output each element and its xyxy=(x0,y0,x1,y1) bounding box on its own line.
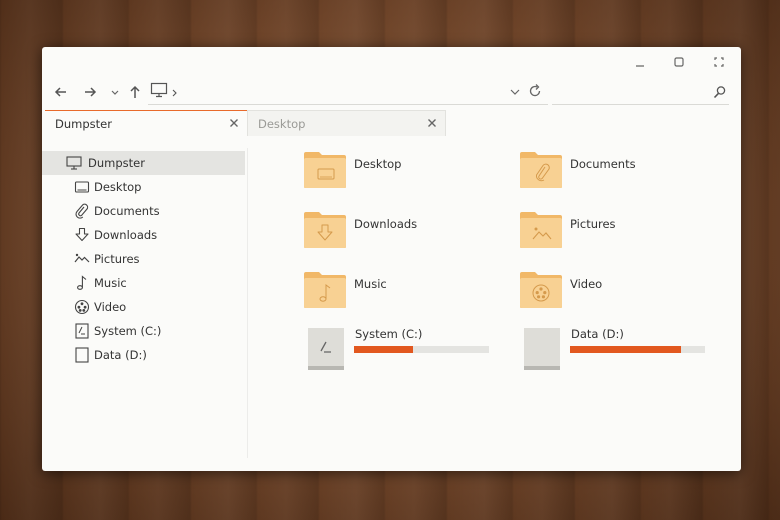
folder-label: Documents xyxy=(570,157,636,171)
sidebar-item-documents[interactable]: Documents xyxy=(42,199,245,223)
tab-dumpster[interactable]: Dumpster xyxy=(45,110,247,136)
sidebar-item-downloads[interactable]: Downloads xyxy=(42,223,245,247)
drive-label: System (C:) xyxy=(355,327,423,341)
close-tab-icon[interactable] xyxy=(425,116,439,130)
paperclip-icon xyxy=(74,203,90,219)
video-folder-icon xyxy=(519,271,563,309)
arrow-left-icon[interactable] xyxy=(51,82,71,102)
music-folder-icon xyxy=(303,271,347,309)
drive-usage-fill xyxy=(354,346,414,353)
pictures-icon xyxy=(74,251,90,267)
tab-label: Dumpster xyxy=(55,117,112,131)
sidebar: Dumpster Desktop Documents Downloads Pic… xyxy=(42,148,248,458)
system-drive-icon xyxy=(74,323,90,339)
system-drive-icon xyxy=(307,327,345,371)
downloads-folder-icon xyxy=(303,211,347,249)
sidebar-item-label: Downloads xyxy=(94,228,158,242)
folder-documents[interactable]: Documents xyxy=(519,151,719,195)
drive-label: Data (D:) xyxy=(571,327,624,341)
file-manager-window: Dumpster Desktop Dumpster Desktop Docume… xyxy=(42,47,741,471)
drive-icon xyxy=(74,347,90,363)
folder-label: Pictures xyxy=(570,217,616,231)
tab-label: Desktop xyxy=(258,117,306,131)
minimize-icon[interactable] xyxy=(633,55,647,69)
folder-label: Music xyxy=(354,277,387,291)
folder-downloads[interactable]: Downloads xyxy=(303,211,503,255)
pictures-folder-icon xyxy=(519,211,563,249)
tab-desktop[interactable]: Desktop xyxy=(247,110,446,136)
drive-system-c[interactable]: System (C:) xyxy=(307,327,507,371)
sidebar-item-pictures[interactable]: Pictures xyxy=(42,247,245,271)
reload-icon[interactable] xyxy=(527,83,543,99)
sidebar-item-label: Pictures xyxy=(94,252,140,266)
sidebar-item-label: Data (D:) xyxy=(94,348,147,362)
toolbar xyxy=(42,77,741,107)
sidebar-item-label: Video xyxy=(94,300,127,314)
sidebar-item-label: System (C:) xyxy=(94,324,162,338)
sidebar-item-desktop[interactable]: Desktop xyxy=(42,175,245,199)
drive-data-d[interactable]: Data (D:) xyxy=(523,327,723,371)
documents-folder-icon xyxy=(519,151,563,189)
folder-desktop[interactable]: Desktop xyxy=(303,151,503,195)
sidebar-item-label: Dumpster xyxy=(88,156,145,170)
desktop-icon xyxy=(74,179,90,195)
sidebar-item-label: Documents xyxy=(94,204,160,218)
music-note-icon xyxy=(74,275,90,291)
drive-usage-bar xyxy=(570,346,705,353)
sidebar-item-dumpster[interactable]: Dumpster xyxy=(42,151,245,175)
film-reel-icon xyxy=(74,299,90,315)
sidebar-item-label: Desktop xyxy=(94,180,142,194)
close-tab-icon[interactable] xyxy=(227,116,241,130)
chevron-down-icon[interactable] xyxy=(105,82,125,102)
arrow-right-icon[interactable] xyxy=(80,82,100,102)
search-icon[interactable] xyxy=(713,84,727,99)
folder-view: Desktop Documents Downloads Pictures Mus xyxy=(248,147,741,467)
arrow-up-icon[interactable] xyxy=(125,82,145,102)
breadcrumb-separator-icon xyxy=(170,84,180,97)
computer-icon[interactable] xyxy=(150,82,168,98)
sidebar-item-music[interactable]: Music xyxy=(42,271,245,295)
folder-music[interactable]: Music xyxy=(303,271,503,315)
download-icon xyxy=(74,227,90,243)
folder-video[interactable]: Video xyxy=(519,271,719,315)
location-bar[interactable] xyxy=(148,80,548,105)
folder-label: Downloads xyxy=(354,217,418,231)
sidebar-item-video[interactable]: Video xyxy=(42,295,245,319)
sidebar-item-label: Music xyxy=(94,276,127,290)
folder-pictures[interactable]: Pictures xyxy=(519,211,719,255)
drive-icon xyxy=(523,327,561,371)
computer-icon xyxy=(66,155,82,171)
desktop-folder-icon xyxy=(303,151,347,189)
search-input[interactable] xyxy=(552,80,729,105)
sidebar-item-system-c[interactable]: System (C:) xyxy=(42,319,245,343)
history-dropdown-icon[interactable] xyxy=(508,84,522,98)
drive-usage-fill xyxy=(570,346,681,353)
folder-label: Desktop xyxy=(354,157,402,171)
close-icon[interactable] xyxy=(712,55,726,69)
maximize-icon[interactable] xyxy=(672,55,686,69)
folder-label: Video xyxy=(570,277,603,291)
drive-usage-bar xyxy=(354,346,489,353)
sidebar-item-data-d[interactable]: Data (D:) xyxy=(42,343,245,367)
